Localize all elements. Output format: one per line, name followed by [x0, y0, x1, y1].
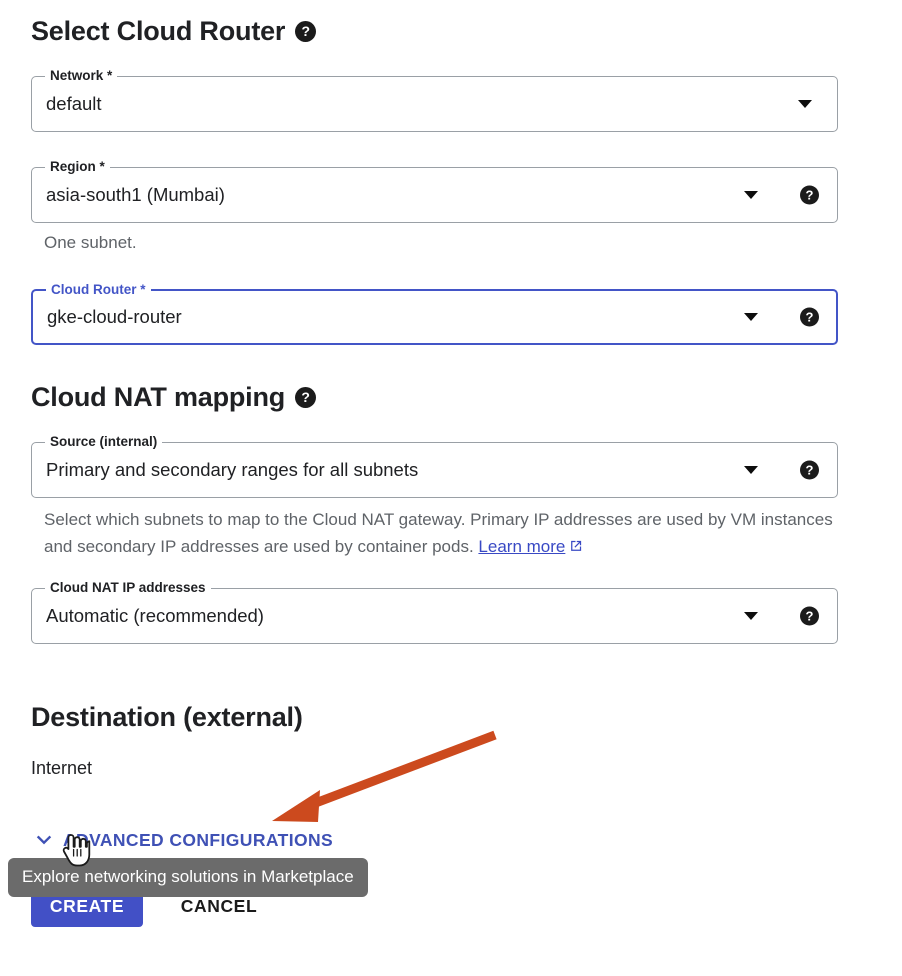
advanced-configurations-label: ADVANCED CONFIGURATIONS — [63, 830, 333, 851]
cloud-nat-gateway-form: Select Cloud Router ? Network * default … — [0, 0, 902, 976]
chevron-down-icon[interactable] — [798, 100, 812, 108]
chevron-down-icon[interactable] — [744, 313, 758, 321]
helper-line-1: Select which subnets to map to the Cloud… — [44, 510, 726, 529]
chevron-down-icon[interactable] — [744, 612, 758, 620]
open-in-new-icon[interactable] — [568, 535, 583, 562]
help-icon[interactable]: ? — [800, 461, 819, 480]
advanced-configurations-toggle[interactable]: ADVANCED CONFIGURATIONS — [33, 829, 333, 851]
section-title: Destination (external) — [31, 702, 303, 733]
chevron-down-icon[interactable] — [744, 466, 758, 474]
chevron-down-icon[interactable] — [744, 191, 758, 199]
cloud-nat-ip-addresses-label: Cloud NAT IP addresses — [45, 580, 211, 596]
network-label: Network * — [45, 68, 117, 84]
learn-more-link[interactable]: Learn more — [478, 537, 565, 556]
cloud-router-value: gke-cloud-router — [47, 306, 182, 328]
marketplace-tooltip: Explore networking solutions in Marketpl… — [8, 858, 368, 897]
cloud-nat-ip-addresses-value: Automatic (recommended) — [46, 605, 264, 627]
region-value: asia-south1 (Mumbai) — [46, 184, 225, 206]
section-heading-cloud-nat-mapping: Cloud NAT mapping ? — [31, 382, 316, 413]
destination-value: Internet — [31, 758, 92, 779]
section-heading-select-cloud-router: Select Cloud Router ? — [31, 16, 316, 47]
source-internal-value: Primary and secondary ranges for all sub… — [46, 459, 418, 481]
help-icon[interactable]: ? — [295, 387, 316, 408]
cloud-router-select[interactable]: Cloud Router * gke-cloud-router ? — [31, 289, 838, 345]
section-title: Cloud NAT mapping — [31, 382, 285, 413]
region-helper-text: One subnet. — [44, 229, 137, 256]
region-label: Region * — [45, 159, 110, 175]
source-internal-label: Source (internal) — [45, 434, 162, 450]
chevron-down-icon — [33, 829, 55, 851]
source-internal-helper-text: Select which subnets to map to the Cloud… — [44, 506, 834, 562]
region-select[interactable]: Region * asia-south1 (Mumbai) ? — [31, 167, 838, 223]
learn-more-label: Learn more — [478, 537, 565, 556]
source-internal-select[interactable]: Source (internal) Primary and secondary … — [31, 442, 838, 498]
network-select[interactable]: Network * default — [31, 76, 838, 132]
section-heading-destination: Destination (external) — [31, 702, 303, 733]
cloud-router-label: Cloud Router * — [46, 282, 151, 298]
cloud-nat-ip-addresses-select[interactable]: Cloud NAT IP addresses Automatic (recomm… — [31, 588, 838, 644]
help-icon[interactable]: ? — [800, 308, 819, 327]
page-title: Select Cloud Router — [31, 16, 285, 47]
help-icon[interactable]: ? — [295, 21, 316, 42]
help-icon[interactable]: ? — [800, 607, 819, 626]
help-icon[interactable]: ? — [800, 186, 819, 205]
network-value: default — [46, 93, 102, 115]
